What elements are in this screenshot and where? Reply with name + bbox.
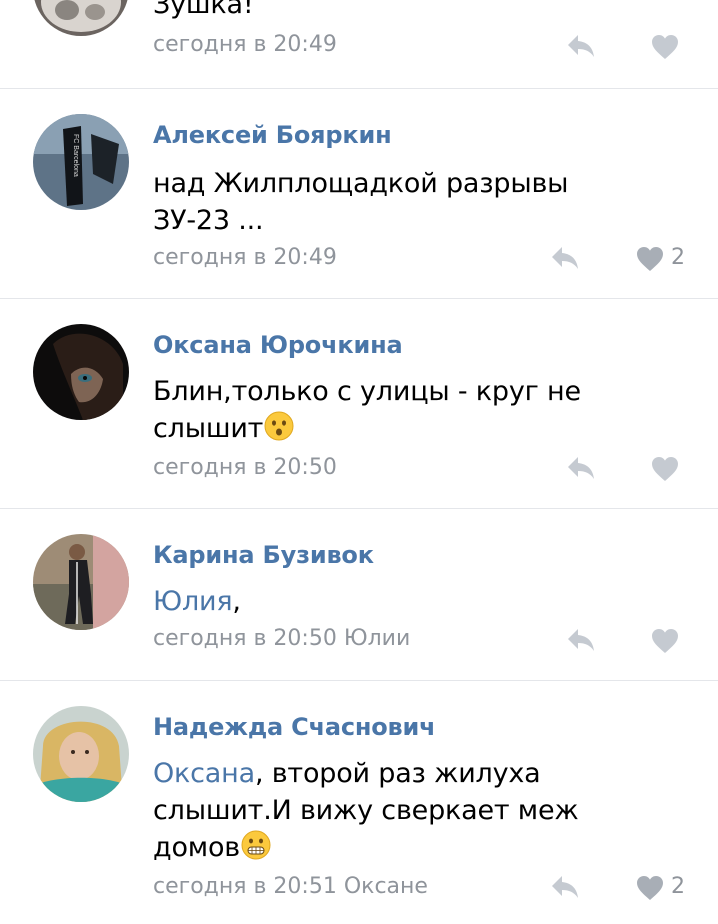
comment-timestamp: сегодня в 20:51 Оксане [153, 874, 428, 899]
comments-feed: Зушка! сегодня в 20:49 FC Barcelona Алек… [0, 0, 718, 924]
reply-arrow-icon[interactable] [549, 244, 581, 272]
heart-icon[interactable] [651, 34, 679, 60]
avatar[interactable] [33, 706, 129, 802]
comment-timestamp: сегодня в 20:50 Юлии [153, 626, 411, 651]
avatar[interactable] [33, 534, 129, 630]
comment-timestamp: сегодня в 20:50 [153, 455, 337, 480]
heart-icon[interactable] [636, 246, 664, 272]
avatar-logo-text: FC Barcelona [72, 134, 79, 177]
reply-arrow-icon[interactable] [565, 626, 597, 654]
avatar[interactable] [33, 324, 129, 420]
heart-icon[interactable] [651, 628, 679, 654]
comment-item: Карина Бузивок Юлия, сегодня в 20:50 Юли… [0, 508, 718, 680]
comment-timestamp: сегодня в 20:49 [153, 245, 337, 270]
reply-arrow-icon[interactable] [549, 873, 581, 901]
mention-link[interactable]: Оксана [153, 758, 255, 789]
comment-text: Зушка! [153, 0, 254, 20]
author-name[interactable]: Карина Бузивок [153, 541, 374, 569]
surprised-face-emoji-icon [264, 411, 294, 441]
comment-timestamp: сегодня в 20:49 [153, 32, 337, 57]
reply-arrow-icon[interactable] [565, 454, 597, 482]
author-name[interactable]: Алексей Бояркин [153, 121, 392, 149]
reply-to-link[interactable]: Оксане [344, 874, 428, 899]
avatar[interactable]: FC Barcelona [33, 114, 129, 210]
comment-item: Зушка! сегодня в 20:49 [0, 0, 718, 88]
mention-link[interactable]: Юлия [153, 586, 233, 617]
like-count: 2 [671, 245, 685, 270]
comment-text: Оксана, второй раз жилуха слышит.И вижу … [153, 758, 579, 863]
reply-to-link[interactable]: Юлии [344, 626, 410, 651]
comment-text: над Жилплощадкой разрывы ЗУ-23 ... [153, 168, 569, 236]
comment-item: Надежда Счаснович Оксана, второй раз жил… [0, 680, 718, 924]
comment-text: Блин,только с улицы - круг не слышит [153, 376, 581, 444]
avatar[interactable] [33, 0, 129, 36]
reply-arrow-icon[interactable] [565, 32, 597, 60]
comment-text: Юлия, [153, 586, 241, 617]
grimacing-face-emoji-icon [241, 830, 271, 860]
heart-icon[interactable] [651, 456, 679, 482]
comment-item: FC Barcelona Алексей Бояркин над Жилплощ… [0, 88, 718, 298]
comment-item: Оксана Юрочкина Блин,только с улицы - кр… [0, 298, 718, 508]
author-name[interactable]: Оксана Юрочкина [153, 331, 403, 359]
heart-icon[interactable] [636, 875, 664, 901]
author-name[interactable]: Надежда Счаснович [153, 713, 436, 741]
like-count: 2 [671, 874, 685, 899]
